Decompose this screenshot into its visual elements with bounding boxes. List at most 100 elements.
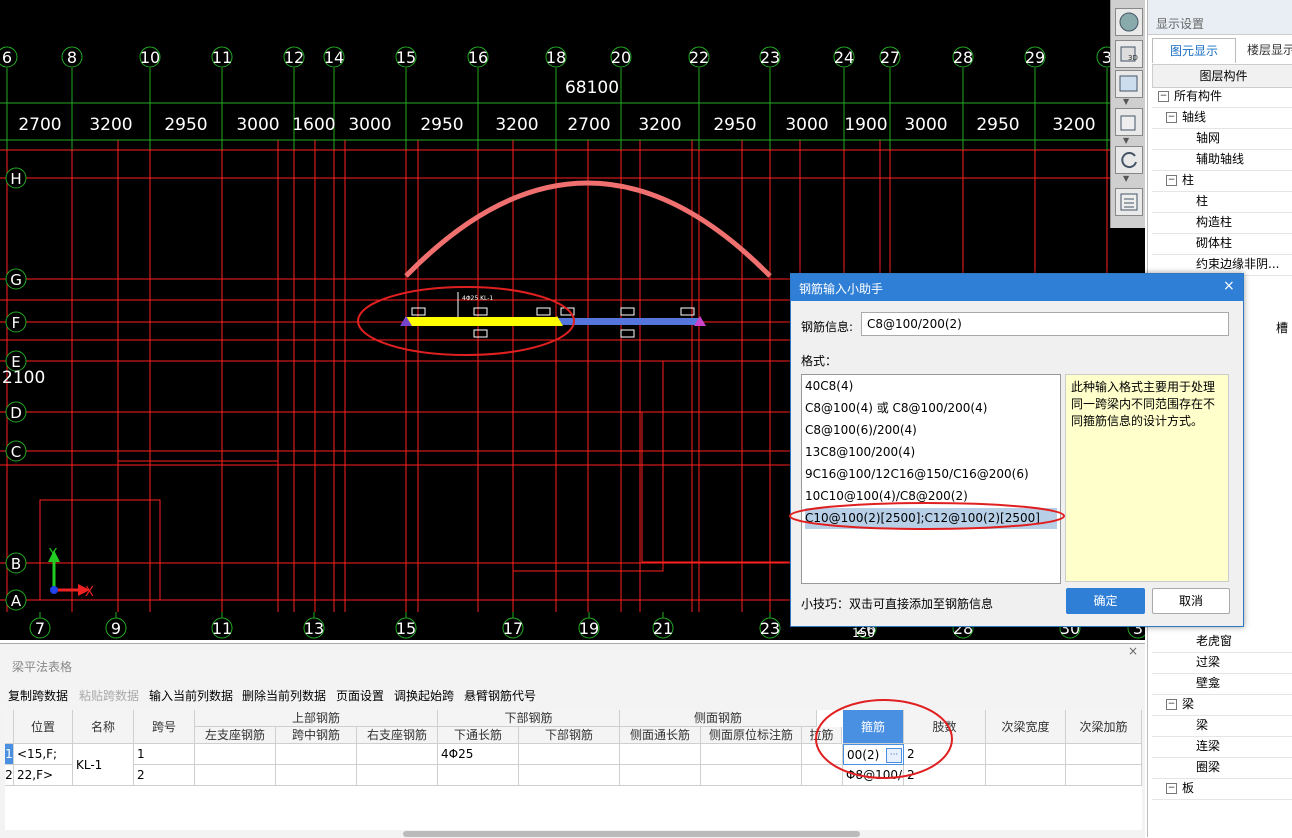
collapse-icon[interactable]: −: [1166, 699, 1177, 710]
dialog-title: 钢筋输入小助手: [799, 282, 884, 296]
cell-right-support[interactable]: [357, 765, 438, 786]
dimension-text: 3000: [904, 115, 947, 135]
row-index[interactable]: 1: [5, 744, 14, 765]
tree-item[interactable]: − 所有构件: [1152, 86, 1292, 108]
axis-label: 9: [111, 619, 121, 638]
cell-legs[interactable]: 2: [904, 744, 986, 765]
cell-side-original[interactable]: [701, 744, 802, 765]
dimension-text: 3000: [236, 115, 279, 135]
tree-item[interactable]: 辅助轴线: [1152, 149, 1292, 171]
cell-left-support[interactable]: [195, 744, 276, 765]
cell-left-support[interactable]: [195, 765, 276, 786]
format-list-item[interactable]: C8@100(6)/200(4): [805, 420, 1057, 441]
toolbar-button[interactable]: 删除当前列数据: [242, 687, 326, 704]
toolbar-button[interactable]: 复制跨数据: [8, 687, 68, 704]
grip-point: [620, 307, 635, 316]
toolbar-button[interactable]: 输入当前列数据: [149, 687, 233, 704]
tree-item[interactable]: 构造柱: [1152, 212, 1292, 234]
cell-tie[interactable]: [802, 765, 843, 786]
cell-tie[interactable]: [802, 744, 843, 765]
cell-mid-span[interactable]: [276, 744, 357, 765]
row-index[interactable]: 2: [5, 765, 14, 786]
axis-label: 22: [689, 48, 709, 67]
tree-item[interactable]: 梁: [1152, 715, 1292, 737]
orbit-icon[interactable]: [1115, 8, 1143, 36]
tab-element-display[interactable]: 图元显示: [1152, 38, 1236, 63]
tree-item[interactable]: 柱: [1152, 191, 1292, 213]
cell-span[interactable]: 2: [134, 765, 195, 786]
cell-bottom-through[interactable]: [438, 765, 519, 786]
tab-floor-display[interactable]: 楼层显示: [1236, 38, 1292, 62]
tree-item[interactable]: 连梁: [1152, 736, 1292, 758]
chevron-down-icon[interactable]: ▼: [1123, 174, 1129, 183]
tree-item-label: 圈梁: [1196, 760, 1221, 774]
ok-button[interactable]: 确定: [1066, 588, 1145, 614]
toolbar-button[interactable]: 粘贴跨数据: [79, 687, 139, 704]
cell-sub-beam-add[interactable]: [1066, 744, 1142, 765]
cell-bottom-bar[interactable]: [519, 765, 620, 786]
collapse-icon[interactable]: −: [1166, 783, 1177, 794]
close-icon[interactable]: ×: [1223, 278, 1235, 294]
cell-span[interactable]: 1: [134, 744, 195, 765]
toolbar-button[interactable]: 页面设置: [336, 687, 384, 704]
toolbar-button[interactable]: 调换起始跨: [394, 687, 454, 704]
chevron-down-icon[interactable]: ▼: [1123, 136, 1129, 145]
axis-label: 17: [503, 619, 523, 638]
tree-item[interactable]: − 轴线: [1152, 107, 1292, 129]
rebar-info-input[interactable]: C8@100/200(2): [861, 312, 1229, 336]
cell-bottom-through[interactable]: 4Φ25: [438, 744, 519, 765]
format-list-item[interactable]: 13C8@100/200(4): [805, 442, 1057, 463]
tree-item-label: 所有构件: [1174, 89, 1223, 103]
axis-label: 16: [468, 48, 488, 67]
cell-name[interactable]: KL-1: [73, 744, 134, 786]
tree-item[interactable]: − 柱: [1152, 170, 1292, 192]
cell-side-original[interactable]: [701, 765, 802, 786]
toolbar-button[interactable]: 悬臂钢筋代号: [464, 687, 536, 704]
tree-item[interactable]: − 梁: [1152, 694, 1292, 716]
cancel-button[interactable]: 取消: [1152, 588, 1230, 614]
rotate-icon[interactable]: [1115, 146, 1143, 174]
close-icon[interactable]: ×: [1128, 644, 1138, 658]
tree-item[interactable]: 圈梁: [1152, 757, 1292, 779]
cell-side-through[interactable]: [620, 744, 701, 765]
cell-mid-span[interactable]: [276, 765, 357, 786]
svg-text:3D: 3D: [1128, 54, 1138, 62]
cell-bottom-bar[interactable]: [519, 744, 620, 765]
row-axis-label: C: [11, 443, 21, 461]
box-view-icon[interactable]: [1115, 108, 1143, 136]
cell-sub-beam-add[interactable]: [1066, 765, 1142, 786]
cell-stirrup[interactable]: Φ8@100/: [843, 765, 904, 786]
cell-stirrup[interactable]: 00(2) ···: [843, 744, 904, 765]
format-list-item[interactable]: C10@100(2)[2500];C12@100(2)[2500]: [805, 508, 1057, 529]
tree-item[interactable]: 老虎窗: [1152, 631, 1292, 653]
format-list-item[interactable]: 40C8(4): [805, 376, 1057, 397]
cell-position[interactable]: <15,F;: [14, 744, 73, 765]
column-header-stirrup[interactable]: 箍筋: [843, 710, 904, 744]
ellipsis-button[interactable]: ···: [886, 748, 902, 763]
collapse-icon[interactable]: −: [1158, 91, 1169, 102]
tree-item[interactable]: − 板: [1152, 778, 1292, 800]
dimension-text: 2950: [164, 115, 207, 135]
cell-legs[interactable]: 2: [904, 765, 986, 786]
format-list-item[interactable]: C8@100(4) 或 C8@100/200(4): [805, 398, 1057, 419]
tree-item[interactable]: 壁龛: [1152, 673, 1292, 695]
format-list[interactable]: 40C8(4) C8@100(4) 或 C8@100/200(4) C8@100(6…: [801, 374, 1061, 584]
tree-item[interactable]: 砌体柱: [1152, 233, 1292, 255]
cell-position[interactable]: 22,F>: [14, 765, 73, 786]
cell-sub-beam-width[interactable]: [986, 744, 1066, 765]
layer-icon[interactable]: [1115, 188, 1143, 216]
top-view-icon[interactable]: [1115, 70, 1143, 98]
collapse-icon[interactable]: −: [1166, 175, 1177, 186]
cell-side-through[interactable]: [620, 765, 701, 786]
collapse-icon[interactable]: −: [1166, 112, 1177, 123]
tree-item[interactable]: 轴网: [1152, 128, 1292, 150]
cell-sub-beam-width[interactable]: [986, 765, 1066, 786]
dimension-text: 2950: [420, 115, 463, 135]
chevron-down-icon[interactable]: ▼: [1123, 97, 1129, 106]
cell-right-support[interactable]: [357, 744, 438, 765]
format-list-item[interactable]: 9C16@100/12C16@150/C16@200(6): [805, 464, 1057, 485]
format-list-item[interactable]: 10C10@100(4)/C8@200(2): [805, 486, 1057, 507]
tree-item[interactable]: 过梁: [1152, 652, 1292, 674]
horizontal-scrollbar[interactable]: [403, 831, 860, 837]
3d-view-icon[interactable]: 3D: [1115, 40, 1143, 68]
